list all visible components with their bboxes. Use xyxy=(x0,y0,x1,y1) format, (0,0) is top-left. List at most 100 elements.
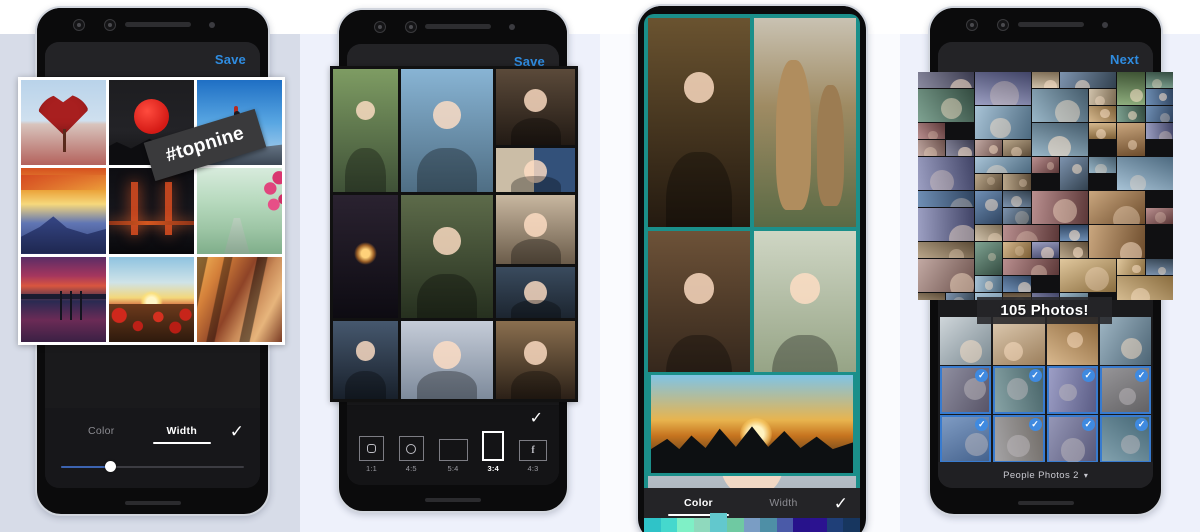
save-button[interactable]: Save xyxy=(215,52,246,67)
mosaic-tile[interactable] xyxy=(946,293,974,300)
mosaic-tile[interactable] xyxy=(1117,123,1145,156)
mosaic-tile[interactable] xyxy=(918,89,974,122)
mosaic-tile[interactable] xyxy=(974,106,1031,139)
mosaic-tile[interactable] xyxy=(1003,242,1031,258)
mosaic-collage[interactable] xyxy=(330,66,578,402)
photo-thumb-selected[interactable]: ✓ xyxy=(1099,415,1151,464)
color-swatch[interactable] xyxy=(760,518,777,532)
width-slider[interactable] xyxy=(61,460,244,474)
collage-cell[interactable] xyxy=(496,321,575,399)
collage-cell[interactable] xyxy=(400,195,494,319)
mosaic-tile[interactable] xyxy=(1031,89,1088,122)
next-button[interactable]: Next xyxy=(1110,52,1139,67)
mosaic-tile[interactable] xyxy=(1031,157,1060,173)
mosaic-tile[interactable] xyxy=(1003,208,1031,224)
mosaic-tile[interactable] xyxy=(1060,225,1088,241)
mosaic-tile[interactable] xyxy=(974,140,1003,156)
photo-thumb-selected[interactable]: ✓ xyxy=(993,415,1045,464)
collage-cell[interactable] xyxy=(754,18,856,227)
ratio-option-3-4[interactable]: 3:4 xyxy=(482,431,505,473)
collage-cell[interactable] xyxy=(109,168,194,254)
selection-checkmark-icon[interactable]: ✓ xyxy=(1081,418,1095,431)
mosaic-tile[interactable] xyxy=(918,123,946,139)
collage-cell[interactable] xyxy=(21,256,106,342)
photo-thumb[interactable] xyxy=(1046,317,1098,366)
mosaic-tile[interactable] xyxy=(918,191,974,207)
color-swatch[interactable] xyxy=(776,518,794,532)
color-swatch-selected[interactable] xyxy=(710,513,728,532)
mosaic-tile[interactable] xyxy=(1003,174,1031,190)
mosaic-tile[interactable] xyxy=(918,293,946,300)
mosaic-tile[interactable] xyxy=(974,276,1003,292)
mosaic-tile[interactable] xyxy=(918,208,974,241)
selection-checkmark-icon[interactable]: ✓ xyxy=(1028,418,1042,431)
ratio-option-4-3[interactable]: f 4:3 xyxy=(519,440,547,473)
collage-cell[interactable] xyxy=(333,195,398,319)
color-swatch[interactable] xyxy=(677,518,694,532)
mosaic-tile[interactable] xyxy=(1088,106,1117,122)
mosaic-tile[interactable] xyxy=(974,72,1031,105)
color-swatch[interactable] xyxy=(644,518,661,532)
photo-thumb[interactable] xyxy=(993,317,1045,366)
mosaic-tile[interactable] xyxy=(1060,157,1088,190)
mosaic-tile[interactable] xyxy=(1003,140,1031,156)
mosaic-tile[interactable] xyxy=(1060,72,1117,88)
color-swatch[interactable] xyxy=(843,518,860,532)
mosaic-tile[interactable] xyxy=(918,157,974,190)
album-selector[interactable]: People Photos 2 ▾ xyxy=(938,462,1153,488)
mosaic-tile[interactable] xyxy=(1117,259,1145,275)
slider-thumb[interactable] xyxy=(105,461,117,472)
mosaic-tile[interactable] xyxy=(1117,106,1145,122)
mosaic-tile[interactable] xyxy=(918,242,974,258)
photo-thumb-selected[interactable]: ✓ xyxy=(1099,366,1151,415)
mosaic-tile[interactable] xyxy=(1117,157,1173,190)
collage-cell[interactable] xyxy=(21,168,106,254)
collage-cell[interactable] xyxy=(400,321,494,399)
color-swatch[interactable] xyxy=(727,518,744,532)
collage-cell[interactable] xyxy=(648,230,750,394)
mosaic-tile[interactable] xyxy=(1003,259,1060,275)
tab-color[interactable]: Color xyxy=(61,425,142,437)
mosaic-tile[interactable] xyxy=(974,174,1003,190)
photo-thumb-selected[interactable]: ✓ xyxy=(940,366,992,415)
photo-thumb-selected[interactable]: ✓ xyxy=(1046,415,1098,464)
selection-checkmark-icon[interactable]: ✓ xyxy=(975,418,989,431)
ratio-option-4-5[interactable]: 4:5 xyxy=(398,436,424,473)
color-swatch[interactable] xyxy=(810,518,827,532)
mosaic-tile[interactable] xyxy=(918,72,974,88)
ratio-option-1-1[interactable]: 1:1 xyxy=(359,436,384,473)
collage-cell[interactable] xyxy=(496,195,575,265)
selection-checkmark-icon[interactable]: ✓ xyxy=(1028,369,1042,382)
collage-cell[interactable] xyxy=(197,256,282,342)
mosaic-tile[interactable] xyxy=(1145,89,1173,105)
color-swatch[interactable] xyxy=(743,518,761,532)
collage-cell[interactable] xyxy=(648,18,750,227)
mosaic-tile[interactable] xyxy=(974,191,1003,224)
collage-cell[interactable] xyxy=(197,168,282,254)
color-swatch[interactable] xyxy=(693,518,711,532)
color-swatch[interactable] xyxy=(826,518,844,532)
tab-width[interactable]: Width xyxy=(142,425,223,444)
mosaic-tile[interactable] xyxy=(1088,157,1117,173)
photo-thumb[interactable] xyxy=(940,317,992,366)
selection-checkmark-icon[interactable]: ✓ xyxy=(975,369,989,382)
collage-cell[interactable] xyxy=(496,267,575,319)
mosaic-tile[interactable] xyxy=(1088,191,1145,224)
photo-thumb[interactable] xyxy=(1099,317,1151,366)
mosaic-tile[interactable] xyxy=(974,225,1003,241)
color-swatch[interactable] xyxy=(793,518,811,532)
photo-mosaic[interactable] xyxy=(918,72,1173,300)
photo-thumb-selected[interactable]: ✓ xyxy=(940,415,992,464)
selection-checkmark-icon[interactable]: ✓ xyxy=(1135,418,1148,431)
collage-cell[interactable] xyxy=(21,80,106,166)
mosaic-tile[interactable] xyxy=(1060,242,1088,258)
mosaic-tile[interactable] xyxy=(1031,72,1060,88)
mosaic-tile[interactable] xyxy=(1088,123,1117,139)
collage-cell[interactable] xyxy=(496,69,575,146)
mosaic-tile[interactable] xyxy=(1003,276,1031,292)
collage-cell[interactable] xyxy=(333,69,398,193)
mosaic-tile[interactable] xyxy=(1088,225,1145,258)
mosaic-tile[interactable] xyxy=(1145,208,1173,224)
mosaic-tile[interactable] xyxy=(974,157,1031,173)
confirm-check-icon[interactable]: ✓ xyxy=(222,423,244,440)
